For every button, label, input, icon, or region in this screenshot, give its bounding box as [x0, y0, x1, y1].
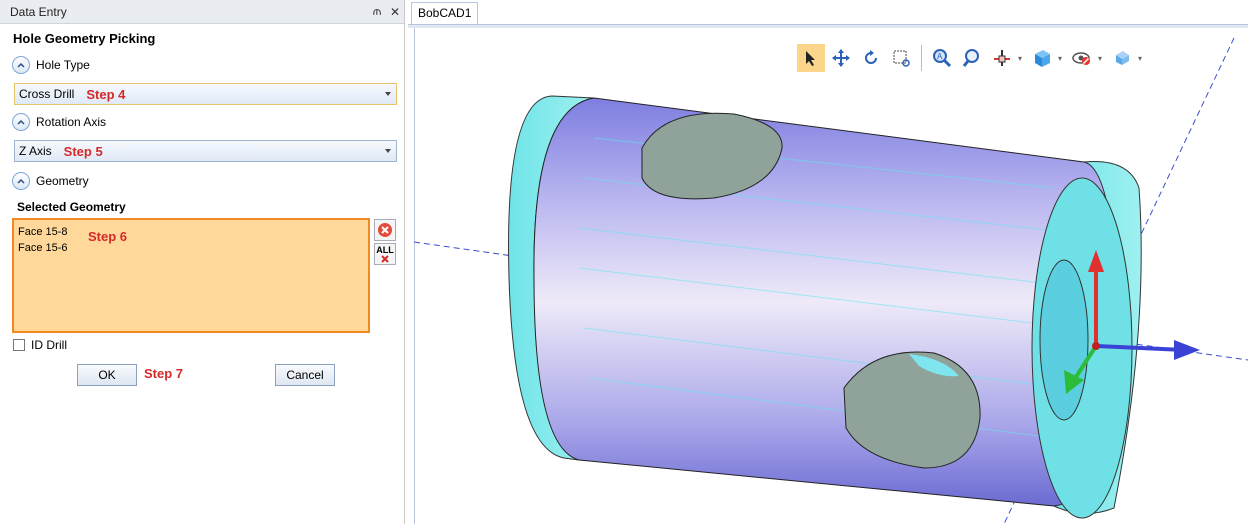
chevron-down-icon[interactable]: ▾ — [1058, 54, 1066, 63]
collapse-chevron-icon — [12, 172, 30, 190]
chevron-down-icon[interactable]: ▾ — [1138, 54, 1146, 63]
hole-type-select[interactable]: Cross Drill Step 4 — [14, 83, 397, 105]
pan-icon[interactable] — [827, 44, 855, 72]
document-tab[interactable]: BobCAD1 — [411, 2, 479, 24]
cad-model-scene[interactable] — [414, 28, 1248, 524]
checkbox-box[interactable] — [13, 339, 25, 351]
visibility-icon[interactable] — [1068, 44, 1096, 72]
remove-all-label: ALL — [376, 245, 394, 255]
rotation-axis-value: Z Axis — [19, 144, 52, 158]
geometry-label: Geometry — [36, 174, 89, 188]
remove-selected-button[interactable] — [374, 219, 396, 241]
axis-triad-icon[interactable] — [988, 44, 1016, 72]
rotation-axis-select[interactable]: Z Axis Step 5 — [14, 140, 397, 162]
hole-type-value: Cross Drill — [19, 87, 75, 101]
collapse-chevron-icon — [12, 113, 30, 131]
chevron-down-icon[interactable]: ▾ — [1018, 54, 1026, 63]
data-entry-panel: Data Entry ⫙ ✕ Hole Geometry Picking Hol… — [0, 0, 405, 524]
wireframe-icon[interactable] — [1108, 44, 1136, 72]
chevron-down-icon[interactable]: ▾ — [1098, 54, 1106, 63]
hole-type-section-toggle[interactable]: Hole Type — [12, 56, 90, 74]
ok-button[interactable]: OK — [77, 364, 137, 386]
zoom-fit-icon[interactable] — [958, 44, 986, 72]
bore-hole — [1039, 259, 1089, 421]
page-title: Hole Geometry Picking — [13, 31, 156, 46]
delete-icon — [381, 255, 389, 263]
cylinder-body — [533, 97, 1120, 507]
close-icon[interactable]: ✕ — [386, 5, 404, 19]
hole-type-label: Hole Type — [36, 58, 90, 72]
chevron-down-icon — [385, 92, 391, 96]
list-item[interactable]: Face 15-6 — [18, 240, 364, 256]
pin-icon[interactable]: ⫙ — [368, 4, 386, 19]
toolbar-separator — [921, 45, 922, 71]
step6-annotation: Step 6 — [88, 229, 128, 244]
zoom-in-icon[interactable]: A — [928, 44, 956, 72]
step5-annotation: Step 5 — [63, 143, 103, 159]
panel-title: Data Entry — [10, 4, 67, 19]
remove-all-button[interactable]: ALL — [374, 243, 396, 265]
view-toolbar: A ▾ ▾ ▾ ▾ — [797, 44, 1146, 72]
id-drill-checkbox[interactable]: ID Drill — [13, 338, 67, 352]
step4-annotation: Step 4 — [86, 86, 126, 102]
select-arrow-icon[interactable] — [797, 44, 825, 72]
selected-geometry-label: Selected Geometry — [17, 200, 126, 214]
cancel-button[interactable]: Cancel — [275, 364, 335, 386]
rotate-icon[interactable] — [857, 44, 885, 72]
collapse-chevron-icon — [12, 56, 30, 74]
svg-text:A: A — [937, 52, 943, 61]
list-item[interactable]: Face 15-8 — [18, 224, 364, 240]
chevron-down-icon — [385, 149, 391, 153]
id-drill-label: ID Drill — [31, 338, 67, 352]
rotation-axis-section-toggle[interactable]: Rotation Axis — [12, 113, 106, 131]
selected-geometry-list[interactable]: Face 15-8 Face 15-6 — [12, 218, 370, 333]
zoom-window-icon[interactable] — [887, 44, 915, 72]
geometry-section-toggle[interactable]: Geometry — [12, 172, 89, 190]
rotation-axis-label: Rotation Axis — [36, 115, 107, 129]
view-cube-icon[interactable] — [1028, 44, 1056, 72]
delete-icon — [378, 223, 392, 237]
panel-header: Data Entry ⫙ ✕ — [0, 0, 404, 24]
step7-annotation: Step 7 — [144, 366, 184, 381]
